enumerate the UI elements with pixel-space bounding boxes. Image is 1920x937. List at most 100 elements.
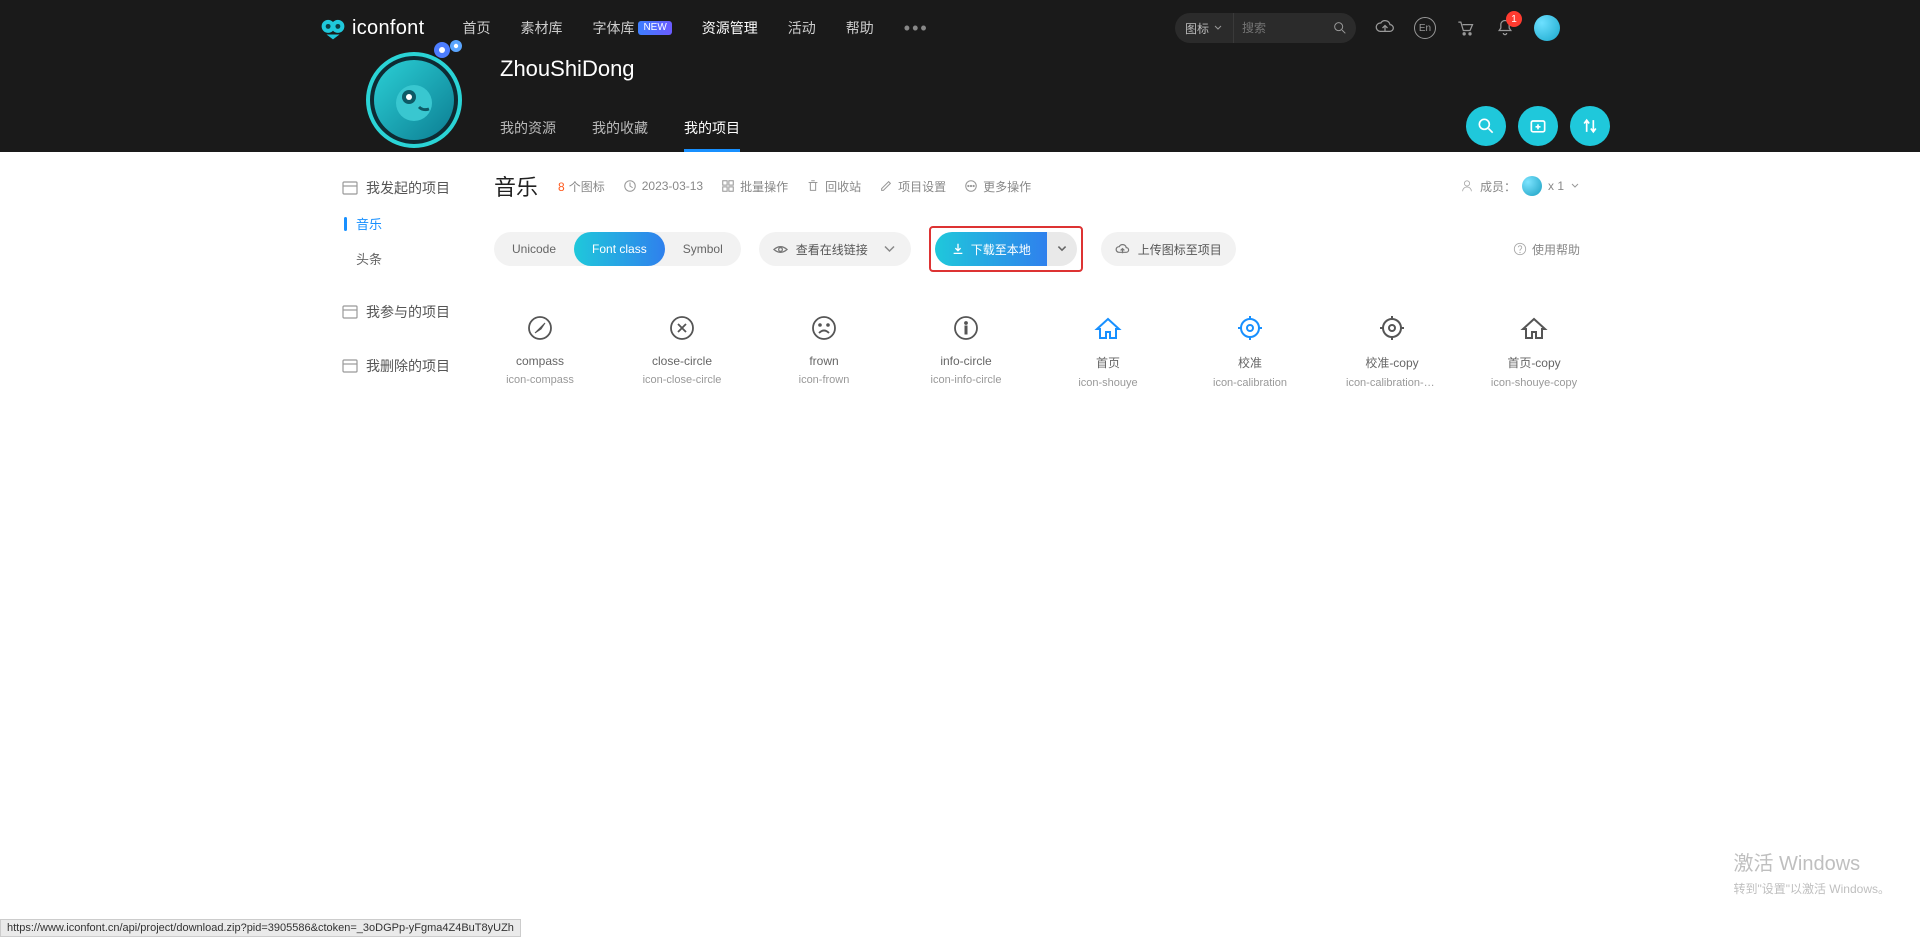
info-circle-icon [946,308,986,348]
project-header: 音乐 8个图标 2023-03-13 批量操作 回收站 项目设置 更多操作 成员… [494,170,1580,202]
segment-unicode[interactable]: Unicode [494,232,574,266]
sidebar-project-1[interactable]: 头条 [340,241,478,276]
cloud-upload-icon [1115,242,1130,257]
icon-cell-5[interactable]: 校准 icon-calibration [1204,308,1296,389]
cloud-upload-icon [1375,18,1395,38]
nav-item-3[interactable]: 资源管理 [702,18,758,38]
download-icon [951,242,965,256]
icon-cell-7[interactable]: 首页-copyicon-shouye-copy [1488,308,1580,389]
sidebar-group-deleted[interactable]: 我删除的项目 [340,348,478,384]
batch-icon [721,179,735,193]
icon-label: close-circle [652,354,712,368]
floating-actions [1466,106,1610,146]
profile-avatar[interactable] [366,52,462,148]
search-icon [1332,20,1348,36]
notification-badge: 1 [1506,11,1522,27]
edit-icon [879,179,893,193]
project-title: 音乐 [494,170,538,202]
frown-icon [804,308,844,348]
toolbar: UnicodeFont classSymbol 查看在线链接 下载至本地 [494,226,1580,272]
icon-code: icon-calibration [1213,377,1287,389]
avatar-character-icon [387,73,441,127]
compass-icon [520,308,560,348]
chevron-down-icon [1056,243,1068,255]
icon-label: frown [809,354,838,368]
sidebar-group-started[interactable]: 我发起的项目 [340,170,478,206]
nav-item-5[interactable]: 帮助 [846,18,874,38]
icon-label: 首页-copy [1507,354,1560,371]
eye-icon [773,242,788,257]
icon-cell-1[interactable]: close-circle icon-close-circle [636,308,728,389]
profile-tab-1[interactable]: 我的收藏 [592,118,648,152]
icon-count: 8个图标 [558,178,605,195]
icon-code: icon-frown [799,374,850,386]
new-badge: NEW [638,21,671,35]
icon-label: 校准 [1238,354,1262,371]
home-icon [1514,308,1554,348]
upload-icon-button[interactable]: 上传图标至项目 [1101,232,1236,266]
sort-icon [1580,116,1600,136]
search-button[interactable] [1324,20,1356,36]
view-online-button[interactable]: 查看在线链接 [759,232,911,266]
float-search-button[interactable] [1466,106,1506,146]
icon-cell-0[interactable]: compassicon-compass [494,308,586,389]
profile-tab-2[interactable]: 我的项目 [684,118,740,152]
cart-button[interactable] [1454,17,1476,39]
more-menu-button[interactable]: ••• [904,18,929,39]
username: ZhouShiDong [500,56,1580,82]
search-type-select[interactable]: 图标 [1175,13,1234,43]
sidebar-project-0[interactable]: 音乐 [340,206,478,241]
clock-icon [623,179,637,193]
download-local-button[interactable]: 下载至本地 [935,232,1047,266]
chevron-down-icon [882,242,897,257]
language-button[interactable]: En [1414,17,1436,39]
nav-item-2[interactable]: 字体库NEW [592,18,671,38]
help-link[interactable]: 使用帮助 [1513,241,1580,258]
segment-font-class[interactable]: Font class [574,232,665,266]
icon-cell-6[interactable]: 校准-copyicon-calibration-c... [1346,308,1438,389]
project-icon [342,180,358,196]
recycle-bin-button[interactable]: 回收站 [806,178,861,195]
icon-grid: compassicon-compass close-circle icon-clos… [494,308,1580,389]
download-dropdown-button[interactable] [1047,232,1077,266]
float-sort-button[interactable] [1570,106,1610,146]
search-type-label: 图标 [1185,20,1209,37]
project-settings-button[interactable]: 项目设置 [879,178,946,195]
project-members[interactable]: 成员： x 1 [1460,176,1580,196]
icon-cell-2[interactable]: frown icon-frown [778,308,870,389]
chevron-down-icon [1570,181,1580,191]
logo[interactable]: iconfont [320,15,424,41]
header: iconfont 首页素材库字体库NEW资源管理活动帮助••• 图标 [0,0,1920,152]
notification-button[interactable]: 1 [1494,17,1516,39]
float-add-button[interactable] [1518,106,1558,146]
member-avatar [1522,176,1542,196]
icon-code: icon-close-circle [643,374,722,386]
icon-cell-3[interactable]: info-circleicon-info-circle [920,308,1012,389]
sidebar: 我发起的项目 音乐头条 我参与的项目 我删除的项目 [340,170,488,402]
icon-label: 首页 [1096,354,1120,371]
batch-action-button[interactable]: 批量操作 [721,178,788,195]
profile-tab-0[interactable]: 我的资源 [500,118,556,152]
chevron-down-icon [1213,23,1223,33]
icon-code: icon-shouye [1078,377,1137,389]
user-icon [1460,179,1474,193]
trash-icon [806,179,820,193]
more-actions-button[interactable]: 更多操作 [964,178,1031,195]
nav-item-1[interactable]: 素材库 [520,18,562,38]
sidebar-group-joined[interactable]: 我参与的项目 [340,294,478,330]
status-bar: https://www.iconfont.cn/api/project/down… [0,919,521,937]
user-avatar[interactable] [1534,15,1560,41]
upload-cloud-button[interactable] [1374,17,1396,39]
more-icon [964,179,978,193]
header-tools: 图标 En 1 [1175,13,1560,43]
icon-code: icon-calibration-c... [1346,377,1438,389]
download-highlight-box: 下载至本地 [929,226,1083,272]
search-input[interactable] [1234,21,1324,35]
search-icon [1476,116,1496,136]
segment-symbol[interactable]: Symbol [665,232,741,266]
search-box[interactable]: 图标 [1175,13,1356,43]
nav-item-4[interactable]: 活动 [788,18,816,38]
icon-cell-4[interactable]: 首页 icon-shouye [1062,308,1154,389]
logo-icon [320,15,346,41]
profile-tabs: 我的资源 我的收藏 我的项目 [500,118,1580,152]
